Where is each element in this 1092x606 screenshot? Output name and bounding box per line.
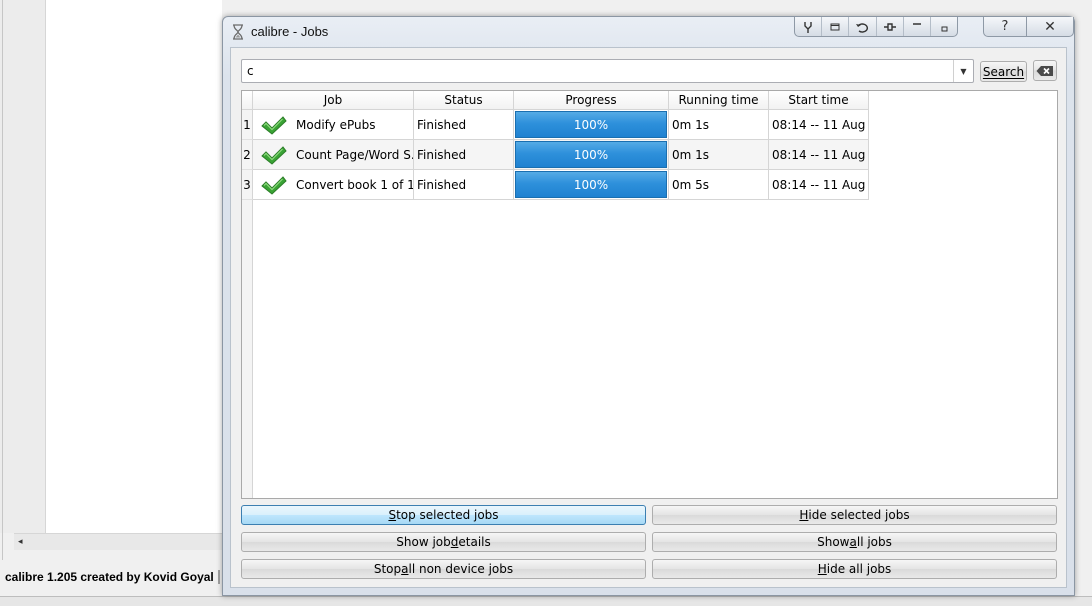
jobs-table[interactable]: Job Status Progress Running time Start t… xyxy=(241,90,1058,499)
table-row[interactable]: 2 Count Page/Word S... Finished 100% 0m … xyxy=(242,140,869,170)
search-combobox[interactable]: ▼ xyxy=(241,59,974,83)
running-time-cell[interactable]: 0m 1s xyxy=(669,110,769,140)
search-button[interactable]: Search xyxy=(980,61,1027,82)
progress-bar: 100% xyxy=(515,171,667,198)
job-name: Modify ePubs xyxy=(296,117,376,132)
progress-cell[interactable]: 100% xyxy=(514,140,669,170)
show-job-details-button[interactable]: Show job d etails xyxy=(241,532,646,552)
status-text: calibre 1.205 created by Kovid Goyal xyxy=(5,570,214,584)
splitter-line xyxy=(2,0,3,560)
table-row[interactable]: 3 Convert book 1 of 1... Finished 100% 0… xyxy=(242,170,869,200)
dropdown-arrow-icon[interactable]: ▼ xyxy=(953,60,973,82)
job-cell[interactable]: Count Page/Word S... xyxy=(253,140,414,170)
minimize-icon[interactable] xyxy=(904,17,931,36)
progress-bar: 100% xyxy=(515,111,667,138)
job-cell[interactable]: Convert book 1 of 1... xyxy=(253,170,414,200)
jobs-dialog: calibre - Jobs ? ✕ c ▼ Search Job Status… xyxy=(222,16,1075,596)
button-label-mnemonic: a xyxy=(401,562,409,576)
button-label-mnemonic: S xyxy=(388,508,397,522)
corner-header xyxy=(242,91,253,110)
search-input[interactable] xyxy=(242,60,952,82)
start-time-cell[interactable]: 08:14 -- 11 Aug xyxy=(769,170,869,200)
status-separator xyxy=(218,570,220,584)
running-time-cell[interactable]: 0m 1s xyxy=(669,140,769,170)
main-window-bottom-edge xyxy=(0,596,1092,606)
table-row[interactable]: 1 Modify ePubs Finished 100% 0m 1s 08:14… xyxy=(242,110,869,140)
dialog-title: calibre - Jobs xyxy=(251,24,329,39)
button-label-mnemonic: d xyxy=(450,535,459,549)
row-number[interactable]: 1 xyxy=(242,110,253,140)
row-number[interactable]: 2 xyxy=(242,140,253,170)
status-cell[interactable]: Finished xyxy=(414,140,514,170)
status-bar: calibre 1.205 created by Kovid Goyal xyxy=(0,560,222,596)
job-cell[interactable]: Modify ePubs xyxy=(253,110,414,140)
column-header-progress[interactable]: Progress xyxy=(514,91,669,110)
button-label-pre: Show job xyxy=(396,535,451,549)
job-name: Convert book 1 of 1... xyxy=(296,177,414,192)
button-label-post: ide all jobs xyxy=(826,562,892,576)
button-label-pre: Show xyxy=(817,535,850,549)
start-time-cell[interactable]: 08:14 -- 11 Aug xyxy=(769,140,869,170)
button-label-post: etails xyxy=(458,535,491,549)
main-window-content xyxy=(46,0,222,533)
button-label-mnemonic: H xyxy=(817,562,827,576)
stop-all-non-device-jobs-button[interactable]: Stop a ll non device jobs xyxy=(241,559,646,579)
checkmark-icon xyxy=(261,115,287,135)
pin-icon[interactable] xyxy=(795,17,823,36)
button-label-pre: Stop xyxy=(373,562,402,576)
job-name: Count Page/Word S... xyxy=(296,147,414,162)
main-window-left-panel xyxy=(0,0,46,533)
button-label-post: top selected jobs xyxy=(396,508,499,522)
running-time-cell[interactable]: 0m 5s xyxy=(669,170,769,200)
row-number[interactable]: 3 xyxy=(242,170,253,200)
hourglass-icon xyxy=(233,24,243,40)
hide-selected-jobs-button[interactable]: Hide selected jobs xyxy=(652,505,1057,525)
start-time-cell[interactable]: 08:14 -- 11 Aug xyxy=(769,110,869,140)
clear-search-button[interactable] xyxy=(1033,60,1057,81)
restore-icon[interactable] xyxy=(822,17,850,36)
undo-icon[interactable] xyxy=(849,17,877,36)
progress-cell[interactable]: 100% xyxy=(514,110,669,140)
title-bar[interactable]: calibre - Jobs ? ✕ xyxy=(223,17,1074,47)
table-header: Job Status Progress Running time Start t… xyxy=(242,91,1057,110)
stop-selected-jobs-button[interactable]: Stop selected jobs xyxy=(241,505,646,525)
button-label-mnemonic: a xyxy=(849,535,857,549)
main-window-right-edge xyxy=(1075,0,1092,596)
button-label-post: ll jobs xyxy=(856,535,892,549)
button-label-post: ll non device jobs xyxy=(408,562,514,576)
button-label-post: ide selected jobs xyxy=(808,508,910,522)
progress-bar: 100% xyxy=(515,141,667,168)
column-header-status[interactable]: Status xyxy=(414,91,514,110)
small-window-icon[interactable] xyxy=(931,17,957,36)
help-button[interactable]: ? xyxy=(983,17,1027,37)
status-cell[interactable]: Finished xyxy=(414,110,514,140)
checkmark-icon xyxy=(261,145,287,165)
column-header-start-time[interactable]: Start time xyxy=(769,91,869,110)
dialog-body: ▼ Search Job Status Progress Running tim… xyxy=(230,47,1067,588)
show-all-jobs-button[interactable]: Show a ll jobs xyxy=(652,532,1057,552)
plug-icon[interactable] xyxy=(877,17,904,36)
checkmark-icon xyxy=(261,175,287,195)
hide-all-jobs-button[interactable]: Hide all jobs xyxy=(652,559,1057,579)
progress-cell[interactable]: 100% xyxy=(514,170,669,200)
scroll-left-arrow-icon[interactable]: ◂ xyxy=(18,536,23,548)
close-button[interactable]: ✕ xyxy=(1026,17,1074,37)
button-label-mnemonic: H xyxy=(799,508,809,522)
search-button-label: Search xyxy=(982,64,1025,79)
status-cell[interactable]: Finished xyxy=(414,170,514,200)
clear-icon xyxy=(1036,65,1053,76)
title-toolbar xyxy=(794,17,958,37)
column-header-job[interactable]: Job xyxy=(253,91,414,110)
column-header-running-time[interactable]: Running time xyxy=(669,91,769,110)
horizontal-scrollbar[interactable]: ◂ xyxy=(14,533,222,550)
